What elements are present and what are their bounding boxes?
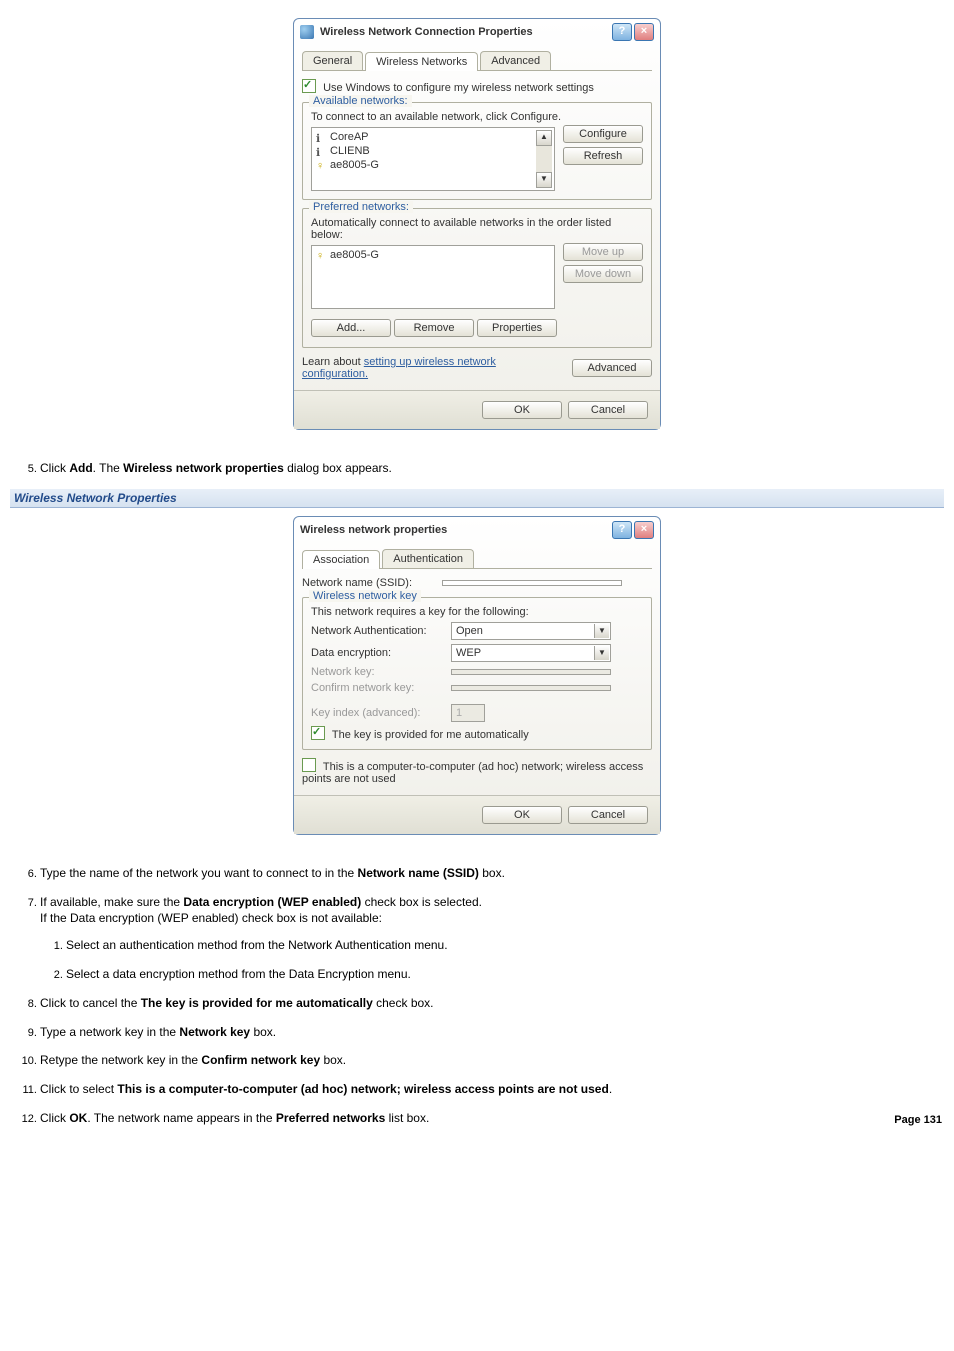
step-9: Type a network key in the Network key bo… <box>40 1024 944 1041</box>
tab-general[interactable]: General <box>302 51 363 70</box>
signal-icon <box>316 132 326 142</box>
dialog1-tabs: General Wireless Networks Advanced <box>302 51 652 71</box>
list-item[interactable]: CLIENB <box>314 144 536 158</box>
dialog2-figure: Wireless network properties ? × Associat… <box>10 516 944 835</box>
confirm-label: Confirm network key: <box>311 682 451 694</box>
available-note: To connect to an available network, clic… <box>311 111 643 123</box>
available-legend: Available networks: <box>309 95 412 107</box>
dialog1-title: Wireless Network Connection Properties <box>320 26 610 38</box>
step-6: Type the name of the network you want to… <box>40 865 944 882</box>
wireless-connection-properties-dialog: Wireless Network Connection Properties ?… <box>293 18 661 430</box>
preferred-networks-group: Preferred networks: Automatically connec… <box>302 208 652 348</box>
available-networks-group: Available networks: To connect to an ava… <box>302 102 652 200</box>
close-button[interactable]: × <box>634 521 654 539</box>
use-windows-checkbox[interactable] <box>302 79 316 93</box>
auth-select[interactable]: Open▼ <box>451 622 611 640</box>
ssid-label: Network name (SSID): <box>302 577 442 589</box>
cancel-button[interactable]: Cancel <box>568 806 648 824</box>
dialog1-titlebar: Wireless Network Connection Properties ?… <box>294 19 660 45</box>
chevron-down-icon: ▼ <box>594 646 609 660</box>
netkey-label: Network key: <box>311 666 451 678</box>
step-7: If available, make sure the Data encrypt… <box>40 894 944 983</box>
keyindex-spinner[interactable]: 1 <box>451 704 485 722</box>
properties-button[interactable]: Properties <box>477 319 557 337</box>
step-11: Click to select This is a computer-to-co… <box>40 1081 944 1098</box>
move-down-button[interactable]: Move down <box>563 265 643 283</box>
tab-advanced[interactable]: Advanced <box>480 51 551 70</box>
add-button[interactable]: Add... <box>311 319 391 337</box>
ok-button[interactable]: OK <box>482 401 562 419</box>
refresh-button[interactable]: Refresh <box>563 147 643 165</box>
step-12: Click OK. The network name appears in th… <box>40 1110 892 1127</box>
scroll-up-icon[interactable]: ▲ <box>536 130 552 146</box>
help-button[interactable]: ? <box>612 521 632 539</box>
list-item[interactable]: ♀ae8005-G <box>314 248 552 262</box>
secure-icon: ♀ <box>316 250 326 260</box>
move-up-button[interactable]: Move up <box>563 243 643 261</box>
step-7-1: Select an authentication method from the… <box>66 937 944 954</box>
step-8: Click to cancel the The key is provided … <box>40 995 944 1012</box>
scrollbar[interactable]: ▲ ▼ <box>536 130 552 188</box>
advanced-button[interactable]: Advanced <box>572 359 652 377</box>
help-button[interactable]: ? <box>612 23 632 41</box>
preferred-note: Automatically connect to available netwo… <box>311 217 643 241</box>
scroll-down-icon[interactable]: ▼ <box>536 172 552 188</box>
netkey-input[interactable] <box>451 669 611 675</box>
dialog2-titlebar: Wireless network properties ? × <box>294 517 660 543</box>
wireless-network-properties-dialog: Wireless network properties ? × Associat… <box>293 516 661 835</box>
auto-key-checkbox[interactable] <box>311 726 325 740</box>
step-10: Retype the network key in the Confirm ne… <box>40 1052 944 1069</box>
adhoc-checkbox[interactable] <box>302 758 316 772</box>
step-7-2: Select a data encryption method from the… <box>66 966 944 983</box>
close-button[interactable]: × <box>634 23 654 41</box>
wireless-key-group: Wireless network key This network requir… <box>302 597 652 750</box>
enc-select[interactable]: WEP▼ <box>451 644 611 662</box>
tab-wireless-networks[interactable]: Wireless Networks <box>365 52 478 71</box>
list-item[interactable]: ♀ae8005-G <box>314 158 536 172</box>
enc-label: Data encryption: <box>311 647 451 659</box>
list-item[interactable]: CoreAP <box>314 130 536 144</box>
learn-about-text: Learn about setting up wireless network … <box>302 356 564 380</box>
ssid-input[interactable] <box>442 580 622 586</box>
key-legend: Wireless network key <box>309 590 421 602</box>
secure-icon: ♀ <box>316 160 326 170</box>
remove-button[interactable]: Remove <box>394 319 474 337</box>
key-note: This network requires a key for the foll… <box>311 606 643 618</box>
ok-button[interactable]: OK <box>482 806 562 824</box>
available-listbox[interactable]: CoreAP CLIENB ♀ae8005-G ▲ ▼ <box>311 127 555 191</box>
wireless-icon <box>300 25 314 39</box>
preferred-legend: Preferred networks: <box>309 201 413 213</box>
auto-key-label: The key is provided for me automatically <box>332 729 529 741</box>
auth-label: Network Authentication: <box>311 625 451 637</box>
step-5: Click Add. The Wireless network properti… <box>40 460 944 477</box>
dialog2-tabs: Association Authentication <box>302 549 652 569</box>
dialog2-title: Wireless network properties <box>300 524 610 536</box>
signal-icon <box>316 146 326 156</box>
section-header: Wireless Network Properties <box>10 489 944 508</box>
keyindex-label: Key index (advanced): <box>311 707 451 719</box>
tab-authentication[interactable]: Authentication <box>382 549 474 568</box>
confirm-input[interactable] <box>451 685 611 691</box>
use-windows-label: Use Windows to configure my wireless net… <box>323 82 594 94</box>
page-number: Page 131 <box>892 1110 944 1130</box>
adhoc-label: This is a computer-to-computer (ad hoc) … <box>302 761 643 785</box>
cancel-button[interactable]: Cancel <box>568 401 648 419</box>
tab-association[interactable]: Association <box>302 550 380 569</box>
preferred-listbox[interactable]: ♀ae8005-G <box>311 245 555 309</box>
configure-button[interactable]: Configure <box>563 125 643 143</box>
chevron-down-icon: ▼ <box>594 624 609 638</box>
dialog1-figure: Wireless Network Connection Properties ?… <box>10 18 944 430</box>
